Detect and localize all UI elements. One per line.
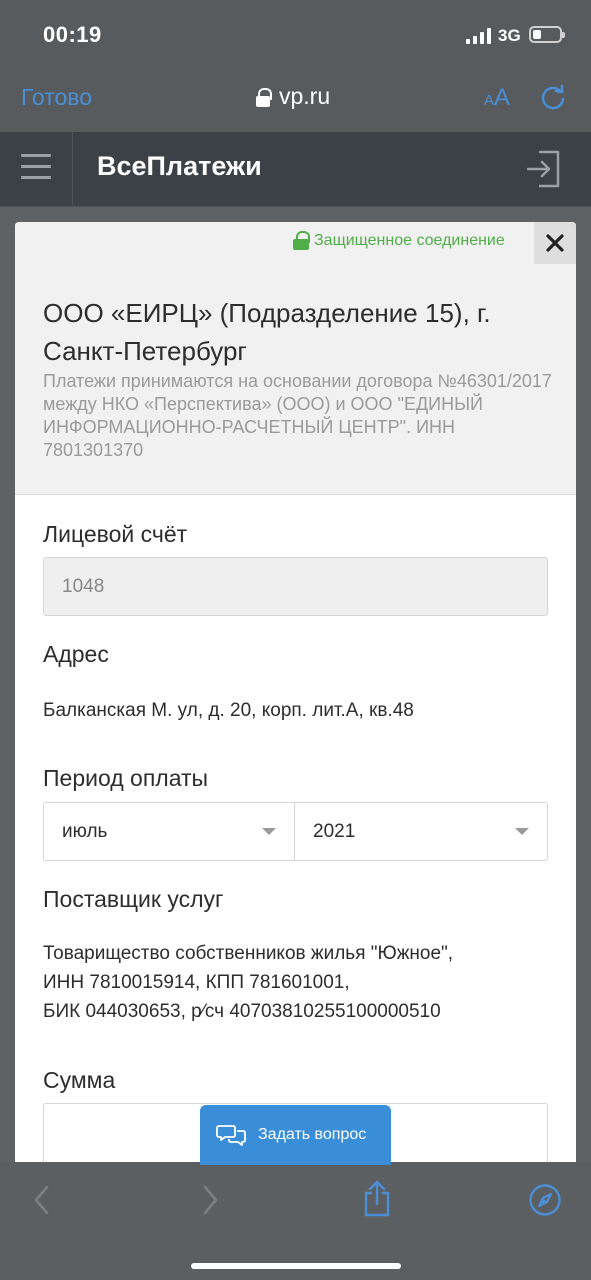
period-selects: июль 2021 <box>43 802 548 861</box>
chevron-down-icon <box>515 828 529 835</box>
share-icon[interactable] <box>362 1180 392 1218</box>
status-bar: 00:19 3G <box>0 0 591 70</box>
period-label: Период оплаты <box>43 765 209 791</box>
year-value: 2021 <box>313 821 356 842</box>
organization-name: ООО «ЕИРЦ» (Подразделение 15), г. Санкт-… <box>43 298 491 366</box>
close-button[interactable] <box>534 222 576 264</box>
back-icon[interactable] <box>32 1184 52 1216</box>
compass-icon[interactable] <box>528 1183 562 1217</box>
provider-line: БИК 044030653, р⁄сч 40703810255100000510 <box>43 1001 441 1022</box>
browser-toolbar: Готово vp.ru AA <box>0 70 591 132</box>
reload-icon[interactable] <box>539 84 567 112</box>
text-size-button[interactable]: AA <box>484 84 510 112</box>
address-value: Балканская М. ул, д. 20, корп. лит.А, кв… <box>43 700 414 721</box>
account-label: Лицевой счёт <box>43 521 188 547</box>
home-indicator <box>191 1263 401 1269</box>
account-field[interactable]: 1048 <box>43 557 548 616</box>
month-value: июль <box>62 821 108 842</box>
modal-header: Защищенное соединение ООО «ЕИРЦ» (Подраз… <box>15 222 576 495</box>
battery-icon <box>529 26 565 43</box>
forward-icon[interactable] <box>200 1184 220 1216</box>
url-bar[interactable]: vp.ru <box>256 83 330 110</box>
organization-description: Платежи принимаются на основании договор… <box>43 371 552 460</box>
chat-icon <box>216 1125 246 1146</box>
address-label: Адрес <box>43 641 109 667</box>
month-select[interactable]: июль <box>44 803 295 860</box>
lock-icon <box>256 87 272 107</box>
header-divider <box>72 132 73 207</box>
status-time: 00:19 <box>43 22 102 47</box>
site-header: ВсеПлатежи <box>0 132 591 207</box>
browser-bottom-toolbar <box>0 1162 591 1280</box>
sum-label: Сумма <box>43 1067 116 1093</box>
year-select[interactable]: 2021 <box>295 803 547 860</box>
payment-modal: Защищенное соединение ООО «ЕИРЦ» (Подраз… <box>15 222 576 1162</box>
provider-label: Поставщик услуг <box>43 886 224 912</box>
secure-connection: Защищенное соединение <box>293 231 505 250</box>
secure-lock-icon <box>293 231 310 250</box>
network-type: 3G <box>498 26 521 45</box>
ask-question-button[interactable]: Задать вопрос <box>200 1105 391 1165</box>
provider-line: Товарищество собственников жилья "Южное"… <box>43 943 454 964</box>
chevron-down-icon <box>262 828 276 835</box>
secure-label: Защищенное соединение <box>314 231 505 249</box>
close-icon <box>546 234 564 252</box>
url-text: vp.ru <box>279 83 331 109</box>
login-icon[interactable] <box>527 150 561 188</box>
provider-details: Товарищество собственников жилья "Южное"… <box>43 939 453 1026</box>
site-title[interactable]: ВсеПлатежи <box>97 151 262 182</box>
ask-question-label: Задать вопрос <box>258 1126 367 1143</box>
done-button[interactable]: Готово <box>21 84 92 111</box>
menu-icon[interactable] <box>21 154 51 180</box>
provider-line: ИНН 7810015914, КПП 781601001, <box>43 972 350 993</box>
signal-icon <box>466 28 492 44</box>
